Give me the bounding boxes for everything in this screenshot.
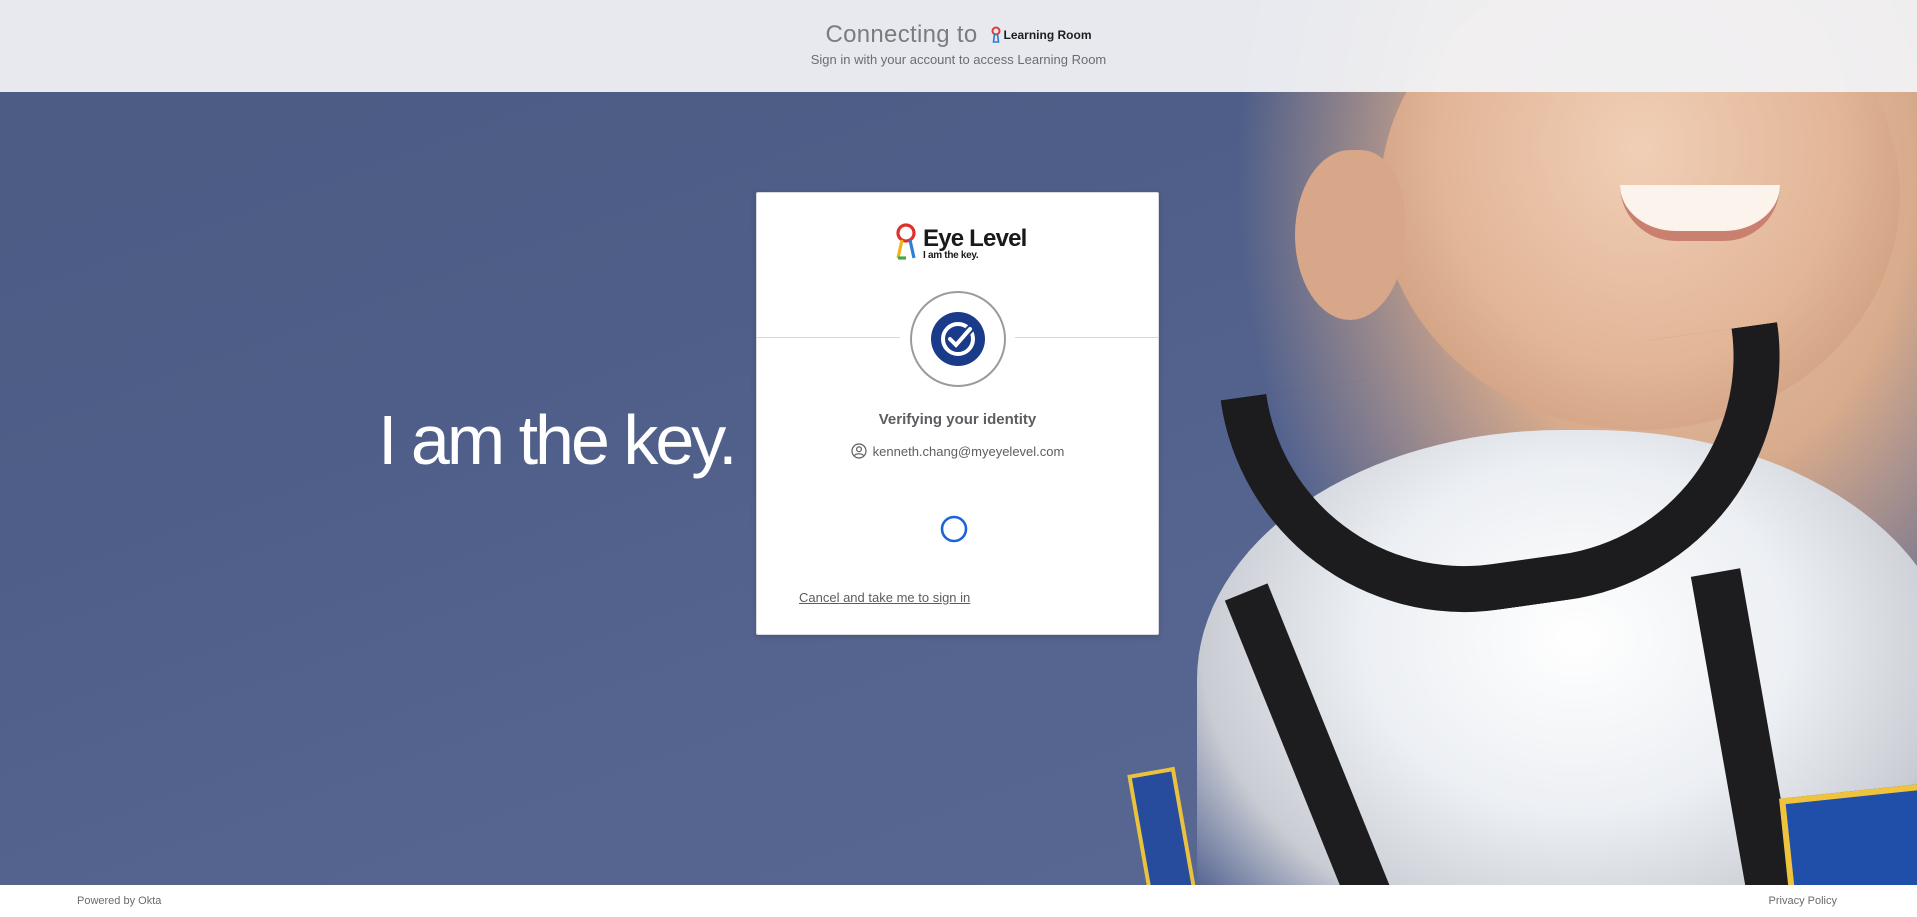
header-divider-right xyxy=(1015,337,1158,338)
connecting-subtitle: Sign in with your account to access Lear… xyxy=(810,52,1107,67)
hero-suit-patch xyxy=(1779,781,1917,885)
eye-level-logo: Eye Level I am the key. xyxy=(893,223,1027,265)
brand-name: Eye Level xyxy=(923,225,1027,252)
connecting-label: Connecting to xyxy=(825,21,978,48)
powered-by-okta: Powered by Okta xyxy=(77,895,162,907)
eye-level-key-icon xyxy=(893,223,919,265)
sign-in-card: Eye Level I am the key. Verifying your i… xyxy=(756,192,1159,635)
footer: Powered by Okta Privacy Policy xyxy=(0,885,1917,917)
connecting-row: Connecting to Learning Room xyxy=(0,18,1917,52)
privacy-policy-link[interactable]: Privacy Policy xyxy=(1769,895,1837,907)
loading-spinner-icon xyxy=(940,515,968,543)
user-identifier: kenneth.chang@myeyelevel.com xyxy=(757,443,1158,459)
learning-room-logo-text: Learning Room xyxy=(1003,28,1092,42)
verify-title: Verifying your identity xyxy=(878,411,1037,428)
key-logo-icon xyxy=(991,26,1000,43)
eye-level-wordmark: Eye Level I am the key. xyxy=(923,223,1027,261)
hero-child-ear xyxy=(1295,150,1405,320)
hero-tagline: I am the key. xyxy=(378,401,738,479)
cancel-sign-in-link[interactable]: Cancel and take me to sign in xyxy=(799,590,970,605)
brand-tagline: I am the key. xyxy=(923,250,979,261)
learning-room-logo: Learning Room xyxy=(990,26,1092,44)
okta-verify-factor-badge xyxy=(910,291,1006,387)
user-icon xyxy=(851,443,867,459)
connecting-banner: Connecting to Learning Room Sign in with… xyxy=(0,0,1917,92)
okta-verify-check-icon xyxy=(931,312,985,366)
username-text: kenneth.chang@myeyelevel.com xyxy=(872,443,1065,459)
header-divider-left xyxy=(757,337,900,338)
